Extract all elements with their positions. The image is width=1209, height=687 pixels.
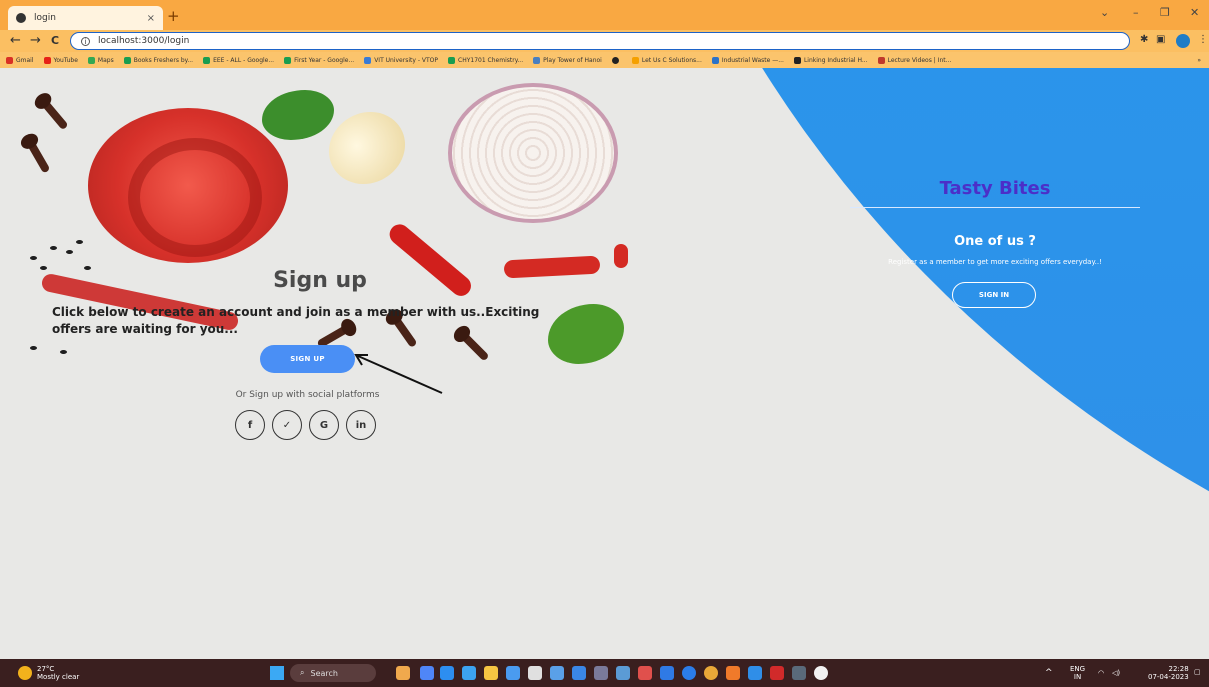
twitter-icon[interactable]: ✓ bbox=[272, 410, 302, 440]
reload-button[interactable]: C bbox=[51, 34, 59, 47]
clock[interactable]: 22:28 07-04-2023 bbox=[1148, 665, 1189, 681]
app-icon[interactable] bbox=[682, 666, 696, 680]
tab-title: login bbox=[34, 13, 56, 23]
store-icon[interactable] bbox=[506, 666, 520, 680]
blue-panel-background bbox=[588, 68, 1209, 659]
panel-heading: One of us ? bbox=[954, 234, 1036, 249]
notification-icon[interactable]: ▢ bbox=[1194, 668, 1201, 676]
search-icon: ⌕ bbox=[300, 668, 305, 677]
more-bookmarks-button[interactable]: » bbox=[1197, 57, 1201, 64]
signup-section: Sign up Click below to create an account… bbox=[0, 68, 590, 659]
info-icon[interactable]: i bbox=[81, 36, 90, 46]
signup-title: Sign up bbox=[273, 268, 367, 293]
close-window-button[interactable]: ✕ bbox=[1190, 6, 1199, 19]
bookmark-item[interactable]: Let Us C Solutions... bbox=[631, 56, 702, 64]
browser-tab-bar: login × + ⌄ – ❐ ✕ bbox=[0, 0, 1209, 30]
url-text: localhost:3000/login bbox=[98, 36, 190, 46]
app-icon[interactable] bbox=[638, 666, 652, 680]
app-icon[interactable] bbox=[550, 666, 564, 680]
bookmark-item[interactable]: Lecture Videos | Int... bbox=[877, 56, 951, 64]
windows-taskbar: 27°C Mostly clear ⌕ Search ^ ENG IN ◠ ◁)… bbox=[0, 659, 1209, 687]
extensions-icon[interactable]: ✱ bbox=[1140, 34, 1148, 45]
app-icon[interactable] bbox=[528, 666, 542, 680]
wifi-icon[interactable]: ◠ bbox=[1098, 669, 1104, 677]
taskbar-search[interactable]: ⌕ Search bbox=[290, 664, 376, 682]
acrobat-icon[interactable] bbox=[770, 666, 784, 680]
bookmark-item[interactable] bbox=[611, 56, 622, 64]
facebook-icon[interactable]: f bbox=[235, 410, 265, 440]
chrome-icon[interactable] bbox=[704, 666, 718, 680]
linkedin-icon[interactable]: in bbox=[346, 410, 376, 440]
chevron-up-icon[interactable]: ^ bbox=[1045, 669, 1053, 678]
signup-description: Click below to create an account and joi… bbox=[52, 305, 540, 336]
bookmark-item[interactable]: YouTube bbox=[43, 56, 78, 64]
chili-image bbox=[614, 244, 628, 268]
volume-icon[interactable]: ◁) bbox=[1112, 669, 1120, 677]
bookmark-item[interactable]: EEE - ALL - Google... bbox=[203, 56, 274, 64]
language-indicator[interactable]: ENG IN bbox=[1070, 665, 1085, 681]
bookmark-item[interactable]: Linking Industrial H... bbox=[793, 56, 868, 64]
folder-icon[interactable] bbox=[484, 666, 498, 680]
vscode-icon[interactable] bbox=[748, 666, 762, 680]
forward-button[interactable]: → bbox=[30, 33, 41, 48]
app-icon[interactable] bbox=[616, 666, 630, 680]
social-icons-row: f ✓ G in bbox=[235, 410, 376, 440]
social-signup-text: Or Sign up with social platforms bbox=[235, 390, 380, 400]
bookmark-item[interactable]: Books Freshers by... bbox=[123, 56, 193, 64]
temperature: 27°C bbox=[37, 665, 55, 673]
back-button[interactable]: ← bbox=[10, 33, 21, 48]
app-icon[interactable] bbox=[440, 666, 454, 680]
windows-start-icon[interactable] bbox=[270, 666, 284, 680]
weather-icon bbox=[18, 666, 32, 680]
login-page: Sign up Click below to create an account… bbox=[0, 68, 1209, 659]
bookmark-item[interactable]: Maps bbox=[87, 56, 114, 64]
chevron-down-icon[interactable]: ⌄ bbox=[1100, 6, 1109, 19]
edge-icon[interactable] bbox=[462, 666, 476, 680]
globe-icon bbox=[16, 13, 26, 23]
weather-text: Mostly clear bbox=[37, 673, 80, 681]
bookmark-item[interactable]: Gmail bbox=[6, 56, 34, 64]
profile-avatar[interactable] bbox=[1176, 34, 1190, 48]
firefox-icon[interactable] bbox=[726, 666, 740, 680]
weather-widget[interactable]: 27°C Mostly clear bbox=[18, 665, 79, 681]
browser-tab[interactable]: login × bbox=[8, 6, 163, 30]
new-tab-button[interactable]: + bbox=[167, 7, 180, 25]
menu-icon[interactable]: ⋮ bbox=[1198, 34, 1208, 45]
restore-button[interactable]: ❐ bbox=[1160, 6, 1170, 19]
bookmarks-bar: Gmail YouTube Maps Books Freshers by... … bbox=[0, 52, 1209, 68]
signup-button[interactable]: SIGN UP bbox=[260, 345, 355, 373]
bookmark-item[interactable]: Play Tower of Hanoi bbox=[533, 56, 602, 64]
app-icon[interactable] bbox=[396, 666, 410, 680]
browser-toolbar: ← → C i localhost:3000/login ✱ ▣ ⋮ bbox=[0, 30, 1209, 52]
sidebar-icon[interactable]: ▣ bbox=[1156, 34, 1165, 45]
bookmark-item[interactable]: VIT University - VTOP bbox=[364, 56, 438, 64]
minimize-button[interactable]: – bbox=[1133, 6, 1139, 19]
app-icon[interactable] bbox=[660, 666, 674, 680]
close-tab-icon[interactable]: × bbox=[147, 13, 155, 24]
google-icon[interactable]: G bbox=[309, 410, 339, 440]
bookmark-item[interactable]: First Year - Google... bbox=[284, 56, 354, 64]
signin-button[interactable]: SIGN IN bbox=[952, 282, 1036, 308]
bookmark-item[interactable]: Industrial Waste —... bbox=[711, 56, 784, 64]
brand-title: Tasty Bites bbox=[850, 178, 1140, 208]
bookmark-item[interactable]: CHY1701 Chemistry... bbox=[448, 56, 523, 64]
app-icon[interactable] bbox=[814, 666, 828, 680]
app-icon[interactable] bbox=[572, 666, 586, 680]
app-icon[interactable] bbox=[594, 666, 608, 680]
panel-text: Register as a member to get more excitin… bbox=[888, 258, 1102, 266]
app-icon[interactable] bbox=[420, 666, 434, 680]
app-icon[interactable] bbox=[792, 666, 806, 680]
address-bar[interactable]: i localhost:3000/login bbox=[70, 32, 1130, 50]
